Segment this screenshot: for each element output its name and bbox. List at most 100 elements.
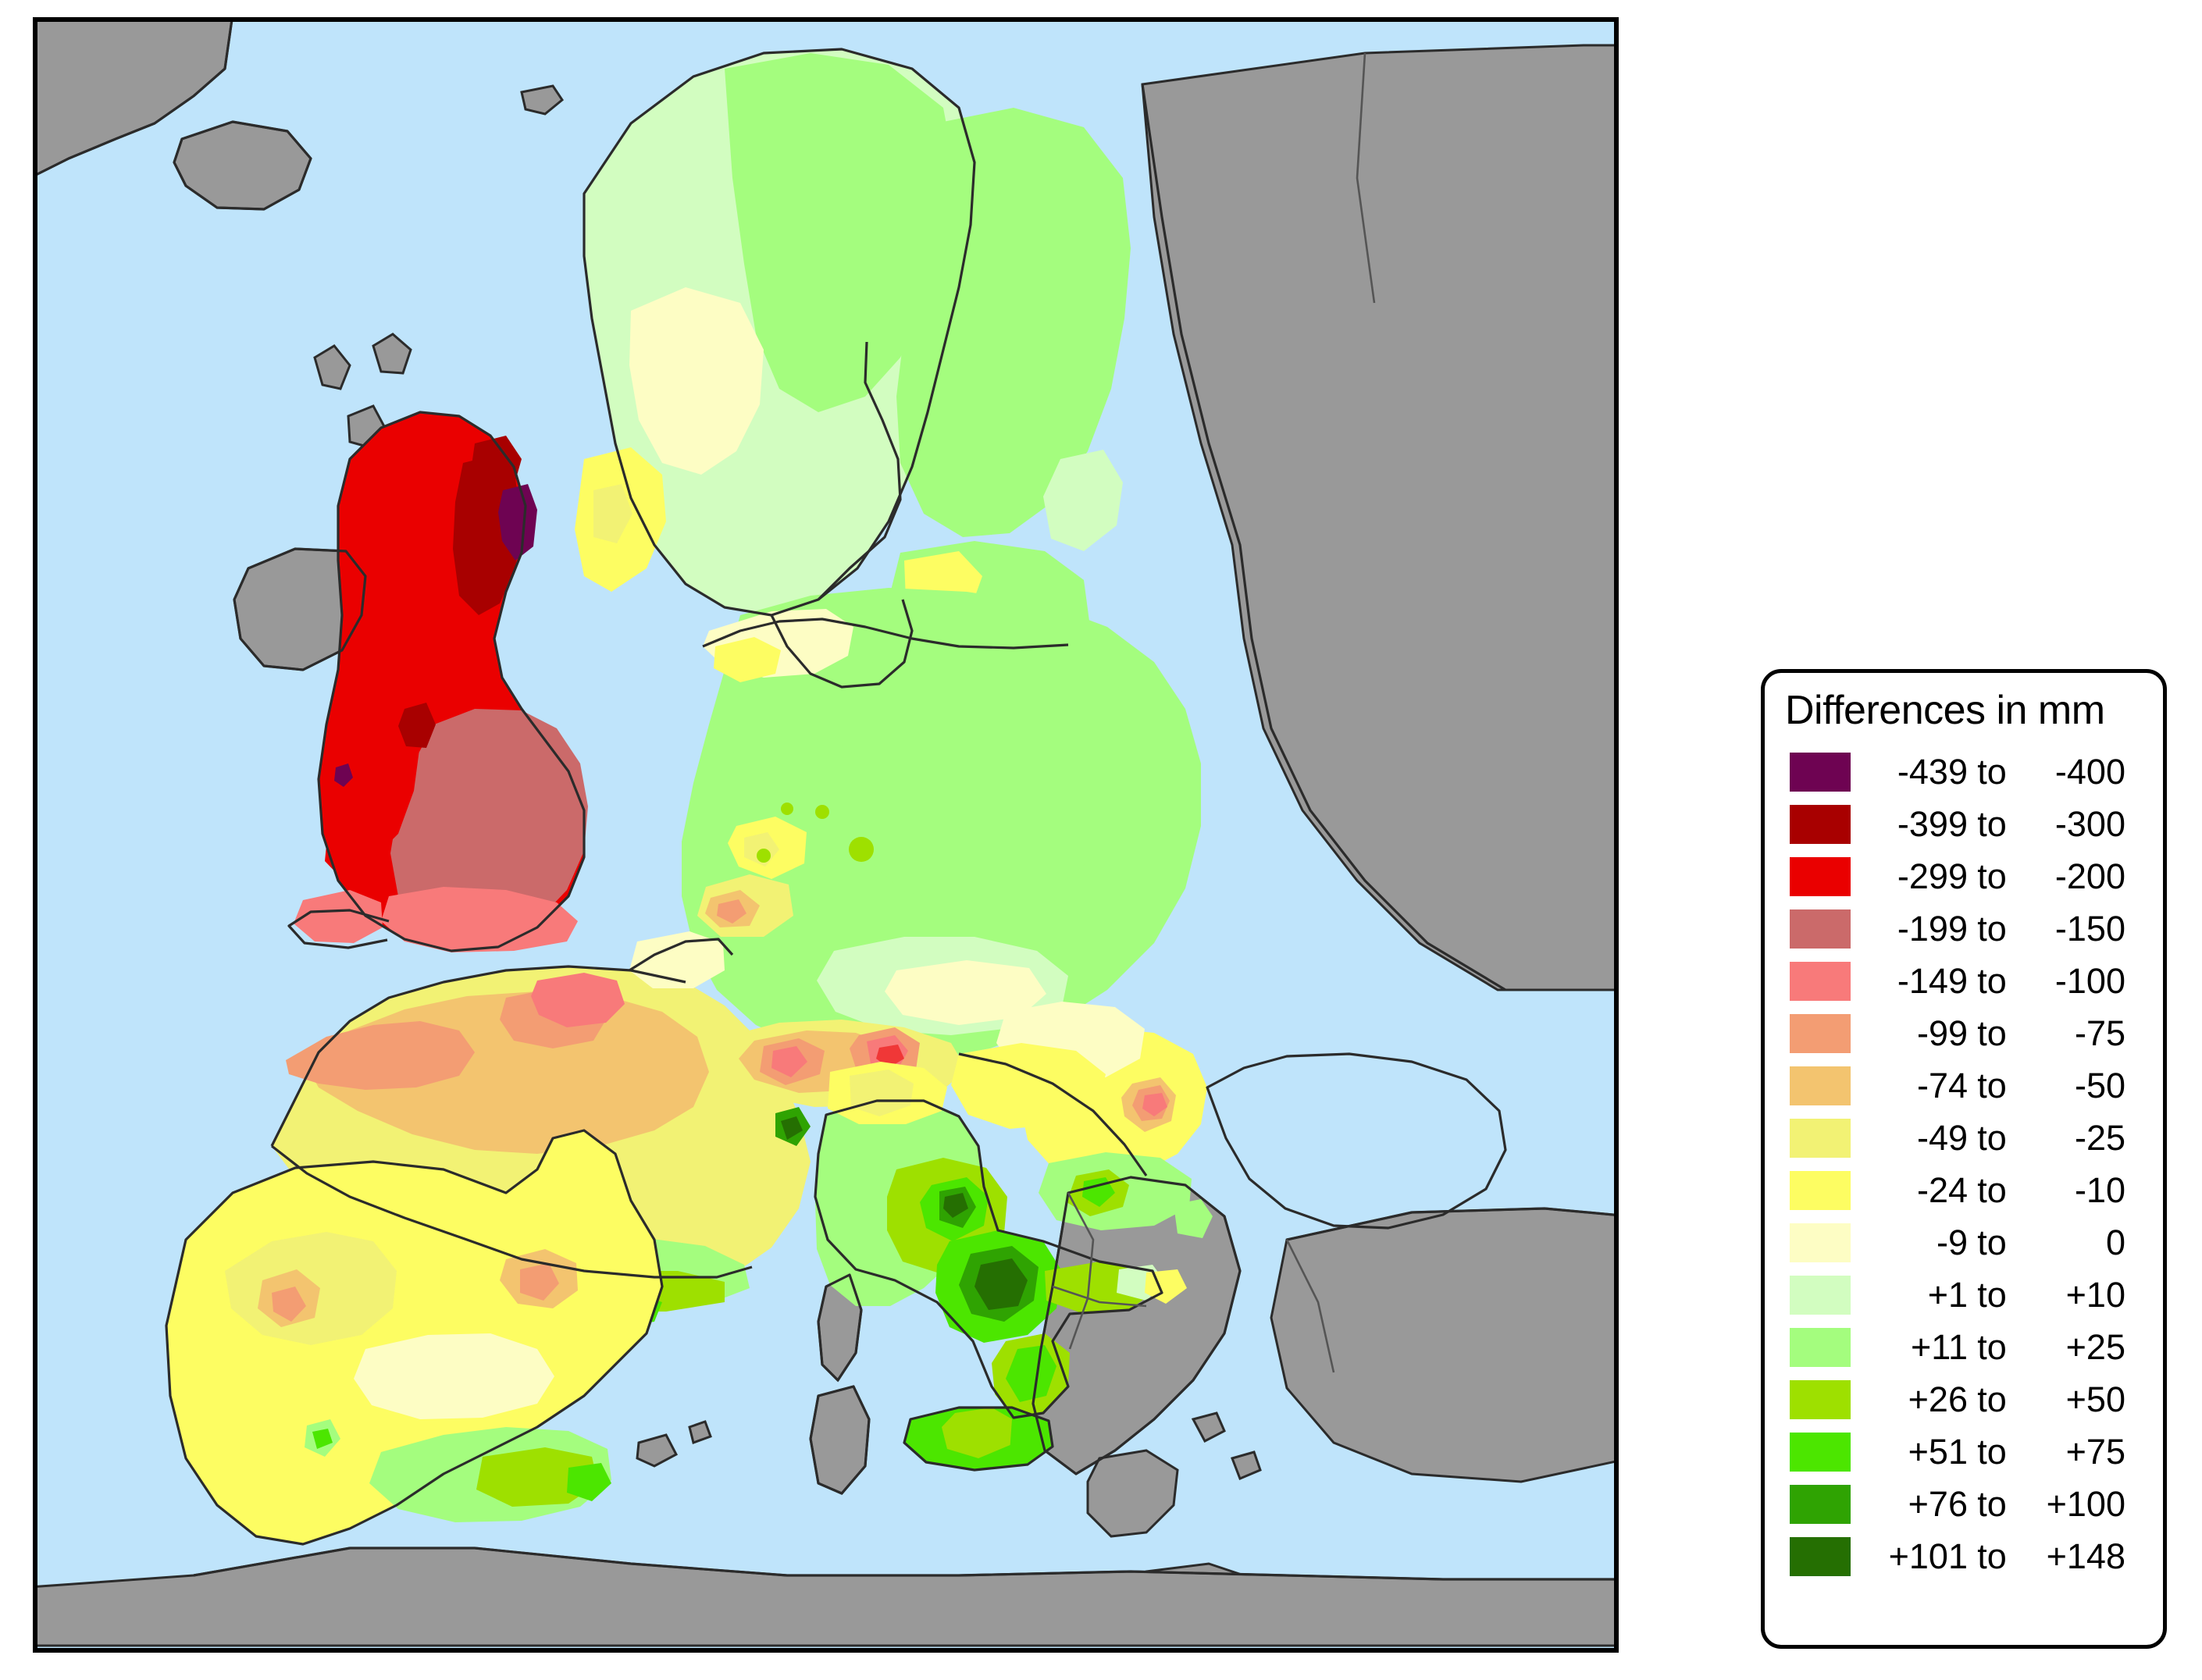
legend-color-swatch (1790, 753, 1851, 792)
legend-range-label: +1 to +10 (1851, 1272, 2130, 1317)
legend-color-swatch (1790, 1223, 1851, 1262)
legend-range-label: -439 to -400 (1851, 749, 2130, 794)
legend-range-label: +26 to +50 (1851, 1377, 2130, 1422)
legend-row: -49 to -25 (1765, 1114, 2163, 1166)
legend-range-separator: to (1977, 1223, 2007, 1262)
legend-row: -299 to -200 (1765, 852, 2163, 905)
legend-range-max: -75 (2074, 1013, 2125, 1053)
legend-range-min: +101 (1888, 1536, 1968, 1576)
legend-range-min: +1 (1927, 1275, 1968, 1315)
map-panel (33, 17, 1619, 1653)
legend-range-max: +25 (2065, 1327, 2125, 1367)
legend-range-label: +76 to +100 (1851, 1482, 2130, 1526)
legend-range-max: -300 (2054, 804, 2125, 844)
legend-color-swatch (1790, 1276, 1851, 1315)
legend-row: -439 to -400 (1765, 748, 2163, 800)
legend-range-separator: to (1977, 752, 2007, 792)
legend-row: +1 to +10 (1765, 1271, 2163, 1323)
legend-range-max: +10 (2065, 1275, 2125, 1315)
legend-range-separator: to (1977, 961, 2007, 1001)
legend-range-min: -399 (1897, 804, 1968, 844)
legend-entry-list: -439 to -400 -399 to -300 -299 to -200 -199 to -150… (1765, 748, 2163, 1585)
legend-range-min: -99 (1916, 1013, 1968, 1053)
legend-row: -74 to -50 (1765, 1062, 2163, 1114)
legend-range-separator: to (1977, 856, 2007, 896)
legend-row: -399 to -300 (1765, 800, 2163, 852)
legend-range-max: +148 (2046, 1536, 2125, 1576)
legend-range-max: -10 (2074, 1170, 2125, 1210)
legend-range-min: -199 (1897, 909, 1968, 949)
legend-row: -149 to -100 (1765, 957, 2163, 1009)
legend-range-separator: to (1977, 804, 2007, 844)
legend-row: +51 to +75 (1765, 1428, 2163, 1480)
legend-color-swatch (1790, 1014, 1851, 1053)
legend-range-label: -199 to -150 (1851, 906, 2130, 951)
legend-range-separator: to (1977, 1484, 2007, 1524)
legend-color-swatch (1790, 1433, 1851, 1472)
europe-precipitation-anomaly-map (37, 22, 1614, 1648)
legend-range-label: -24 to -10 (1851, 1168, 2130, 1212)
legend-color-swatch (1790, 1537, 1851, 1576)
legend-range-label: -99 to -75 (1851, 1011, 2130, 1055)
legend-range-max: -25 (2074, 1118, 2125, 1158)
legend-range-label: +51 to +75 (1851, 1429, 2130, 1474)
legend-range-max: -400 (2054, 752, 2125, 792)
legend-range-min: -24 (1916, 1170, 1968, 1210)
legend-range-label: +101 to +148 (1851, 1534, 2130, 1579)
legend-color-swatch (1790, 962, 1851, 1001)
legend-range-separator: to (1977, 1275, 2007, 1315)
legend-range-label: -74 to -50 (1851, 1063, 2130, 1108)
legend-row: -9 to 0 (1765, 1219, 2163, 1271)
legend-color-swatch (1790, 1380, 1851, 1419)
legend-range-max: -200 (2054, 856, 2125, 896)
legend-range-max: 0 (2105, 1223, 2125, 1262)
legend-row: -24 to -10 (1765, 1166, 2163, 1219)
legend-color-swatch (1790, 1119, 1851, 1158)
legend-range-label: -299 to -200 (1851, 854, 2130, 899)
legend-range-min: -49 (1916, 1118, 1968, 1158)
legend-color-swatch (1790, 1066, 1851, 1105)
legend-range-max: +100 (2046, 1484, 2125, 1524)
legend-range-separator: to (1977, 1170, 2007, 1210)
legend-range-label: -49 to -25 (1851, 1116, 2130, 1160)
legend-color-swatch (1790, 1171, 1851, 1210)
legend-range-separator: to (1977, 909, 2007, 949)
legend-range-separator: to (1977, 1327, 2007, 1367)
legend-range-separator: to (1977, 1432, 2007, 1472)
legend-range-min: +11 (1911, 1327, 1968, 1367)
legend-range-max: +50 (2065, 1379, 2125, 1419)
legend-color-swatch (1790, 909, 1851, 949)
legend-range-min: +26 (1908, 1379, 1968, 1419)
legend-range-separator: to (1977, 1536, 2007, 1576)
legend-range-min: -149 (1897, 961, 1968, 1001)
legend-range-min: -74 (1916, 1066, 1968, 1105)
legend-range-max: -100 (2054, 961, 2125, 1001)
legend-range-separator: to (1977, 1379, 2007, 1419)
map-legend: Differences in mm -439 to -400 -399 to -300 -2… (1761, 669, 2167, 1649)
legend-range-min: -439 (1897, 752, 1968, 792)
legend-row: +76 to +100 (1765, 1480, 2163, 1532)
legend-range-separator: to (1977, 1013, 2007, 1053)
legend-range-max: -50 (2074, 1066, 2125, 1105)
legend-row: +101 to +148 (1765, 1532, 2163, 1585)
legend-range-label: -149 to -100 (1851, 959, 2130, 1003)
legend-color-swatch (1790, 857, 1851, 896)
legend-range-label: -399 to -300 (1851, 802, 2130, 846)
legend-row: +11 to +25 (1765, 1323, 2163, 1376)
legend-title: Differences in mm (1785, 688, 2105, 733)
legend-range-label: -9 to 0 (1851, 1220, 2130, 1265)
legend-range-min: +76 (1908, 1484, 1968, 1524)
legend-color-swatch (1790, 1485, 1851, 1524)
legend-row: -199 to -150 (1765, 905, 2163, 957)
legend-color-swatch (1790, 1328, 1851, 1367)
legend-range-separator: to (1977, 1066, 2007, 1105)
legend-range-min: -9 (1936, 1223, 1968, 1262)
legend-row: +26 to +50 (1765, 1376, 2163, 1428)
legend-range-max: -150 (2054, 909, 2125, 949)
legend-range-label: +11 to +25 (1851, 1325, 2130, 1369)
legend-range-min: -299 (1897, 856, 1968, 896)
legend-range-min: +51 (1908, 1432, 1968, 1472)
legend-row: -99 to -75 (1765, 1009, 2163, 1062)
legend-color-swatch (1790, 805, 1851, 844)
legend-range-max: +75 (2065, 1432, 2125, 1472)
